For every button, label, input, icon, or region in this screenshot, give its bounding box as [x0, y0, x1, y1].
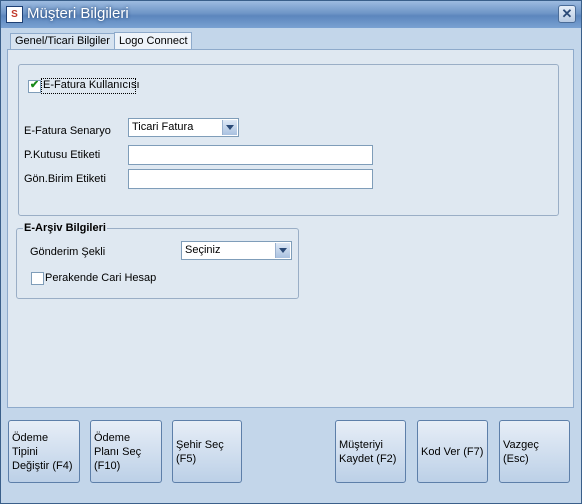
tab-general-commercial[interactable]: Genel/Ticari Bilgiler [10, 33, 119, 49]
cancel-label: Vazgeç (Esc) [503, 438, 539, 465]
tab-logo-connect[interactable]: Logo Connect [114, 32, 192, 50]
select-payment-plan-label: Ödeme Planı Seç (F10) [94, 431, 142, 472]
perakende-label[interactable]: Perakende Cari Hesap [45, 272, 156, 284]
gonbirim-input[interactable] [128, 169, 373, 189]
select-city-label: Şehir Seç (F5) [176, 438, 224, 465]
gonderim-value: Seçiniz [185, 244, 221, 256]
app-logo-icon: S [6, 6, 23, 23]
gonderim-label: Gönderim Şekli [30, 246, 106, 258]
earsiv-group: E-Arşiv Bilgileri Gönderim Şekli Seçiniz… [16, 222, 299, 299]
chevron-down-icon[interactable] [275, 243, 290, 258]
cancel-button[interactable]: Vazgeç (Esc) [499, 420, 570, 483]
gonderim-select[interactable]: Seçiniz [181, 241, 292, 260]
save-customer-label: Müşteriyi Kaydet (F2) [339, 438, 397, 465]
efatura-scenario-label: E-Fatura Senaryo [24, 125, 111, 137]
efatura-user-checkbox[interactable]: ✔ [28, 79, 41, 93]
save-customer-button[interactable]: Müşteriyi Kaydet (F2) [335, 420, 406, 483]
efatura-group: ✔ E-Fatura Kullanıcısı E-Fatura Senaryo … [18, 64, 559, 216]
change-payment-type-button[interactable]: Ödeme Tipini Değiştir (F4) [8, 420, 80, 483]
logo-connect-panel: ✔ E-Fatura Kullanıcısı E-Fatura Senaryo … [7, 49, 574, 408]
pkutusu-label: P.Kutusu Etiketi [24, 149, 101, 161]
efatura-scenario-select[interactable]: Ticari Fatura [128, 118, 239, 137]
pkutusu-input[interactable] [128, 145, 373, 165]
customer-info-window: S Müşteri Bilgileri ✕ Genel/Ticari Bilgi… [0, 0, 582, 504]
change-payment-type-label: Ödeme Tipini Değiştir (F4) [12, 431, 73, 472]
title-bar[interactable]: S Müşteri Bilgileri ✕ [1, 1, 581, 28]
close-icon[interactable]: ✕ [558, 5, 576, 23]
perakende-checkbox[interactable] [31, 272, 44, 285]
select-city-button[interactable]: Şehir Seç (F5) [172, 420, 242, 483]
gonbirim-label: Gön.Birim Etiketi [24, 173, 106, 185]
efatura-scenario-value: Ticari Fatura [132, 121, 194, 133]
earsiv-legend: E-Arşiv Bilgileri [23, 222, 107, 234]
checkmark-icon: ✔ [29, 79, 40, 91]
select-payment-plan-button[interactable]: Ödeme Planı Seç (F10) [90, 420, 162, 483]
window-title: Müşteri Bilgileri [27, 5, 129, 22]
chevron-down-icon[interactable] [222, 120, 237, 135]
efatura-user-label[interactable]: E-Fatura Kullanıcısı [43, 79, 140, 91]
assign-code-label: Kod Ver (F7) [421, 445, 484, 458]
assign-code-button[interactable]: Kod Ver (F7) [417, 420, 488, 483]
